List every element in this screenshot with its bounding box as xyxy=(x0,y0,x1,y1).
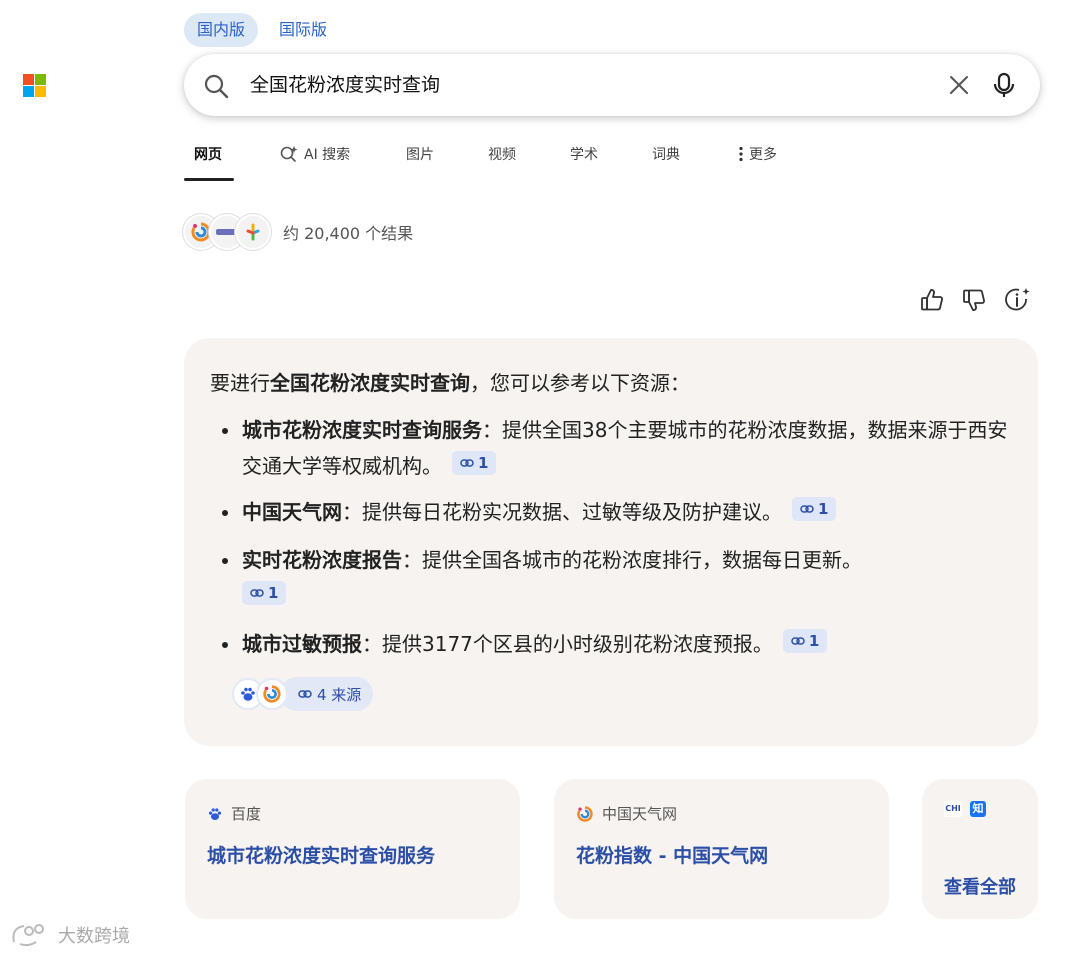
watermark-logo-icon xyxy=(12,924,44,947)
tab-domestic-edition[interactable]: 国内版 xyxy=(184,13,259,47)
zhihu-icon: 知 xyxy=(970,801,986,817)
info-sparkle-icon[interactable] xyxy=(1004,286,1032,314)
ref-title[interactable]: 城市花粉浓度实时查询服务 xyxy=(207,841,435,868)
tab-ai-search-label: AI 搜索 xyxy=(304,147,351,163)
tab-academic-label: 学术 xyxy=(570,147,598,163)
tab-international-edition[interactable]: 国际版 xyxy=(266,13,340,47)
tab-more[interactable]: 更多 xyxy=(738,144,777,164)
more-vertical-dots-icon xyxy=(739,146,743,162)
reference-card-baidu[interactable]: 百度 城市花粉浓度实时查询服务 xyxy=(185,779,520,919)
reference-card-weather[interactable]: 中国天气网 花粉指数 - 中国天气网 xyxy=(554,779,889,919)
bullet-title: 城市花粉浓度实时查询服务 xyxy=(242,418,482,442)
search-vertical-nav: 网页 AI 搜索 图片 视频 学术 词典 更多 xyxy=(184,134,804,182)
ref-source-name: 百度 xyxy=(231,805,262,823)
clear-icon[interactable] xyxy=(946,72,972,98)
tab-ai-search[interactable]: AI 搜索 xyxy=(279,144,350,164)
thumbs-down-icon[interactable] xyxy=(960,286,988,314)
edition-tabs: 国内版 国际版 xyxy=(184,13,340,47)
answer-intro: 要进行全国花粉浓度实时查询，您可以参考以下资源： xyxy=(210,368,690,398)
logo-square-yellow xyxy=(35,86,46,97)
link-icon xyxy=(298,690,312,698)
tab-web[interactable]: 网页 xyxy=(194,144,222,164)
tab-web-label: 网页 xyxy=(194,147,222,163)
ai-sparkle-search-icon xyxy=(280,146,298,162)
bullet-text: ：提供每日花粉实况数据、过敏等级及防护建议。 xyxy=(342,500,782,524)
tab-academic[interactable]: 学术 xyxy=(570,144,598,164)
see-all-card[interactable]: CHI 知 查看全部 xyxy=(922,779,1038,919)
microphone-icon[interactable] xyxy=(990,71,1018,99)
bullet-text: ：提供3177个区县的小时级别花粉浓度预报。 xyxy=(362,632,773,656)
answer-intro-query: 全国花粉浓度实时查询 xyxy=(270,371,470,395)
citation-badge[interactable]: 1 xyxy=(792,497,837,521)
answer-bullet: 实时花粉浓度报告：提供全国各城市的花粉浓度排行，数据每日更新。 1 xyxy=(222,542,1012,614)
source-avatar-flower xyxy=(235,214,271,250)
see-all-source-icons: CHI 知 xyxy=(944,801,986,817)
citation-number: 1 xyxy=(818,500,829,518)
logo-square-green xyxy=(35,74,46,85)
answer-bullet: 城市花粉浓度实时查询服务：提供全国38个主要城市的花粉浓度数据，数据来源于西安交… xyxy=(222,412,1012,484)
tab-images[interactable]: 图片 xyxy=(406,144,434,164)
active-tab-underline xyxy=(184,178,234,181)
sources-chip[interactable]: 4 来源 xyxy=(232,676,374,712)
tab-more-label: 更多 xyxy=(749,147,777,163)
answer-bullet: 城市过敏预报：提供3177个区县的小时级别花粉浓度预报。 1 xyxy=(222,626,1012,662)
ref-source: 中国天气网 xyxy=(576,803,677,824)
tab-dictionary[interactable]: 词典 xyxy=(652,144,680,164)
bullet-title: 实时花粉浓度报告 xyxy=(242,548,402,572)
bullet-text: ：提供全国各城市的花粉浓度排行，数据每日更新。 xyxy=(402,548,862,572)
tab-videos[interactable]: 视频 xyxy=(488,144,516,164)
logo-square-blue xyxy=(23,86,34,97)
search-icon[interactable] xyxy=(202,72,230,100)
weather-swirl-icon xyxy=(577,805,593,822)
ref-title[interactable]: 花粉指数 - 中国天气网 xyxy=(576,841,768,868)
chip-avatar-weather xyxy=(256,678,288,710)
chi-site-icon: CHI xyxy=(944,801,962,817)
link-icon xyxy=(791,637,805,645)
microsoft-logo[interactable] xyxy=(23,74,46,97)
thumbs-up-icon[interactable] xyxy=(918,286,946,314)
results-summary: 约 20,400 个结果 xyxy=(183,214,413,250)
baidu-paw-icon xyxy=(241,687,255,701)
logo-square-red xyxy=(23,74,34,85)
bullet-title: 城市过敏预报 xyxy=(242,632,362,656)
sources-chip-label: 4 来源 xyxy=(280,677,374,711)
sources-count: 4 来源 xyxy=(317,685,362,704)
search-box: 全国花粉浓度实时查询 xyxy=(184,54,1040,116)
answer-intro-prefix: 要进行 xyxy=(210,371,270,395)
link-icon xyxy=(460,459,474,467)
baidu-paw-icon xyxy=(208,807,222,820)
bullet-title: 中国天气网 xyxy=(242,500,342,524)
answer-bullet: 中国天气网：提供每日花粉实况数据、过敏等级及防护建议。 1 xyxy=(222,494,1012,530)
results-count: 约 20,400 个结果 xyxy=(283,224,414,243)
weather-swirl-icon xyxy=(263,685,281,703)
answer-intro-suffix: ，您可以参考以下资源： xyxy=(470,371,690,395)
citation-badge[interactable]: 1 xyxy=(782,629,828,653)
tab-dictionary-label: 词典 xyxy=(652,147,680,163)
citation-number: 1 xyxy=(478,454,489,472)
ref-source-name: 中国天气网 xyxy=(602,805,678,823)
see-all-link[interactable]: 查看全部 xyxy=(944,873,1016,899)
tab-videos-label: 视频 xyxy=(488,147,516,163)
watermark-text: 大数跨境 xyxy=(58,926,130,947)
citation-number: 1 xyxy=(268,584,279,602)
citation-number: 1 xyxy=(808,632,820,650)
citation-badge[interactable]: 1 xyxy=(452,451,497,475)
citation-badge[interactable]: 1 xyxy=(242,581,287,605)
watermark: 大数跨境 xyxy=(10,922,130,948)
link-icon xyxy=(250,589,264,597)
tab-images-label: 图片 xyxy=(406,147,434,163)
ref-source: 百度 xyxy=(207,803,261,824)
ai-answer-card: 要进行全国花粉浓度实时查询，您可以参考以下资源： 城市花粉浓度实时查询服务：提供… xyxy=(184,338,1038,746)
search-input[interactable]: 全国花粉浓度实时查询 xyxy=(250,70,890,100)
link-icon xyxy=(800,505,814,513)
flower-icon xyxy=(246,223,260,241)
